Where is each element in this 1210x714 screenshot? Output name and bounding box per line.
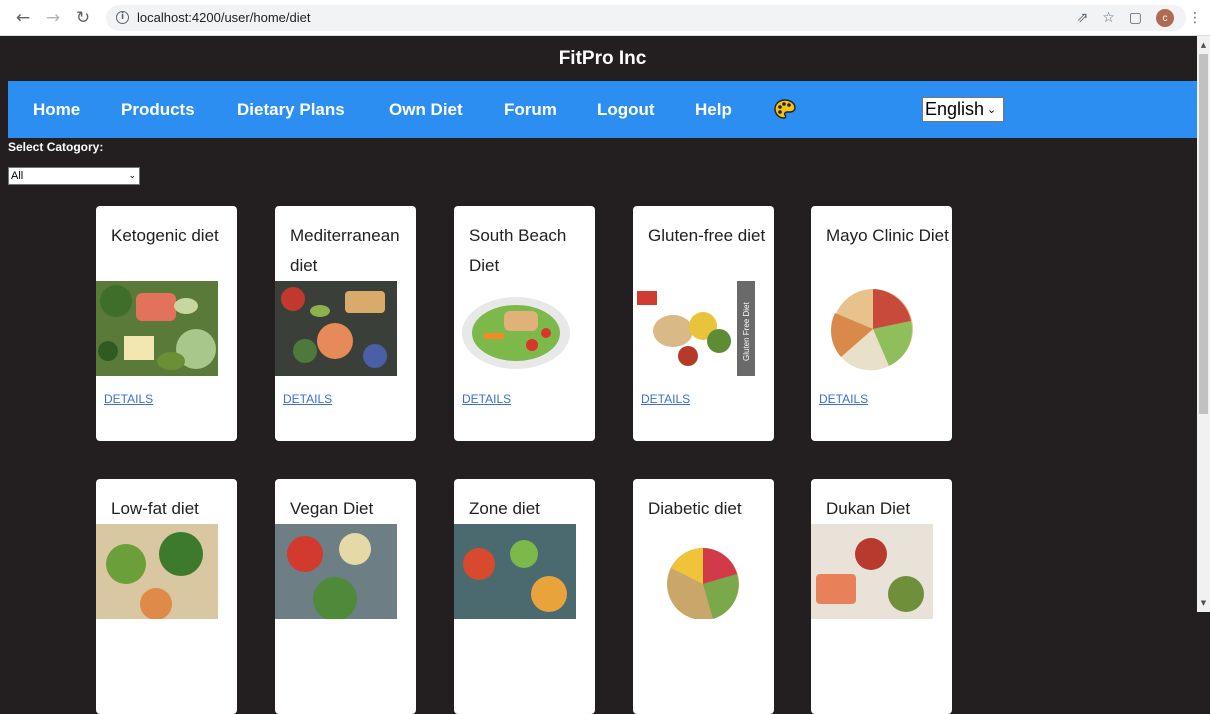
diet-card: Low-fat diet bbox=[96, 479, 237, 714]
card-title: Low-fat diet bbox=[111, 499, 199, 518]
dukan-food-image bbox=[811, 524, 933, 619]
nav-logout[interactable]: Logout bbox=[597, 81, 655, 138]
nav-products[interactable]: Products bbox=[121, 81, 195, 138]
keto-food-image bbox=[96, 281, 218, 376]
card-title: Zone diet bbox=[469, 499, 540, 518]
details-link[interactable]: DETAILS bbox=[462, 392, 511, 406]
card-title: Mayo Clinic Diet bbox=[826, 226, 949, 245]
diet-card: Vegan Diet bbox=[275, 479, 416, 714]
brand-title: FitPro Inc bbox=[558, 47, 647, 69]
vegan-food-image bbox=[275, 524, 397, 619]
details-link[interactable]: DETAILS bbox=[819, 392, 868, 406]
browser-toolbar: ← → ↻ i localhost:4200/user/home/diet ⇗ … bbox=[0, 0, 1210, 36]
language-select[interactable]: English ⌄ bbox=[922, 97, 1004, 122]
diet-card: South Beach Diet DETAILS bbox=[454, 206, 595, 441]
site-info-icon[interactable]: i bbox=[116, 11, 129, 24]
address-bar[interactable]: i localhost:4200/user/home/diet bbox=[106, 4, 1186, 31]
share-icon[interactable]: ⇗ bbox=[1076, 10, 1088, 26]
url-text[interactable]: localhost:4200/user/home/diet bbox=[137, 10, 310, 25]
card-title: Ketogenic diet bbox=[111, 226, 219, 245]
side-panel-icon[interactable]: ▢ bbox=[1129, 10, 1142, 26]
scroll-thumb[interactable] bbox=[1199, 54, 1208, 414]
chevron-down-icon: ⌄ bbox=[128, 171, 136, 181]
card-title: South Beach Diet bbox=[469, 226, 567, 275]
brand-header: FitPro Inc bbox=[8, 36, 1197, 81]
scroll-up-icon[interactable]: ▲ bbox=[1197, 38, 1210, 52]
diet-card: Mayo Clinic Diet DETAILS bbox=[811, 206, 952, 441]
gluten-free-image-text: Gluten Free Diet bbox=[742, 302, 751, 361]
card-title: Gluten-free diet bbox=[648, 226, 766, 245]
nav-help[interactable]: Help bbox=[695, 81, 732, 138]
low-fat-food-image bbox=[96, 524, 218, 619]
diet-card: Ketogenic diet DETAILS bbox=[96, 206, 237, 441]
nav-own-diet[interactable]: Own Diet bbox=[389, 81, 463, 138]
diabetic-food-image bbox=[633, 524, 755, 619]
south-beach-food-image bbox=[454, 281, 576, 376]
bookmark-star-icon[interactable]: ☆ bbox=[1102, 10, 1115, 26]
diet-card: Gluten-free diet Gluten Free Diet DETAIL… bbox=[633, 206, 774, 441]
nav-forum[interactable]: Forum bbox=[504, 81, 557, 138]
mayo-clinic-food-image bbox=[811, 281, 933, 376]
reload-icon[interactable]: ↻ bbox=[72, 7, 94, 29]
details-link[interactable]: DETAILS bbox=[104, 392, 153, 406]
profile-avatar[interactable]: c bbox=[1156, 9, 1174, 27]
page-scrollbar[interactable]: ▲ ▼ bbox=[1197, 36, 1210, 612]
category-select[interactable]: All ⌄ bbox=[8, 167, 140, 185]
category-value: All bbox=[11, 170, 24, 182]
language-value: English bbox=[925, 99, 985, 119]
chevron-down-icon: ⌄ bbox=[987, 103, 997, 116]
diet-card: Dukan Diet bbox=[811, 479, 952, 714]
gluten-free-food-image: Gluten Free Diet bbox=[633, 281, 755, 376]
zone-food-image bbox=[454, 524, 576, 619]
back-arrow-icon[interactable]: ← bbox=[12, 7, 34, 29]
diet-card: Zone diet bbox=[454, 479, 595, 714]
palette-icon[interactable] bbox=[774, 99, 796, 119]
card-title: Dukan Diet bbox=[826, 499, 911, 518]
diet-card: Diabetic diet bbox=[633, 479, 774, 714]
browser-menu-icon[interactable]: ⋮ bbox=[1188, 10, 1202, 26]
nav-dietary-plans[interactable]: Dietary Plans bbox=[237, 81, 345, 138]
forward-arrow-icon[interactable]: → bbox=[42, 7, 64, 29]
card-title: Diabetic diet bbox=[648, 499, 742, 518]
main-nav: Home Products Dietary Plans Own Diet For… bbox=[8, 81, 1197, 138]
details-link[interactable]: DETAILS bbox=[283, 392, 332, 406]
diet-card: Mediterranean diet DETAILS bbox=[275, 206, 416, 441]
mediterranean-food-image bbox=[275, 281, 397, 376]
card-title: Mediterranean diet bbox=[290, 226, 400, 275]
card-title: Vegan Diet bbox=[290, 499, 374, 518]
nav-home[interactable]: Home bbox=[33, 81, 80, 138]
details-link[interactable]: DETAILS bbox=[641, 392, 690, 406]
category-label: Select Catogory: bbox=[8, 140, 104, 154]
scroll-down-icon[interactable]: ▼ bbox=[1197, 596, 1210, 610]
